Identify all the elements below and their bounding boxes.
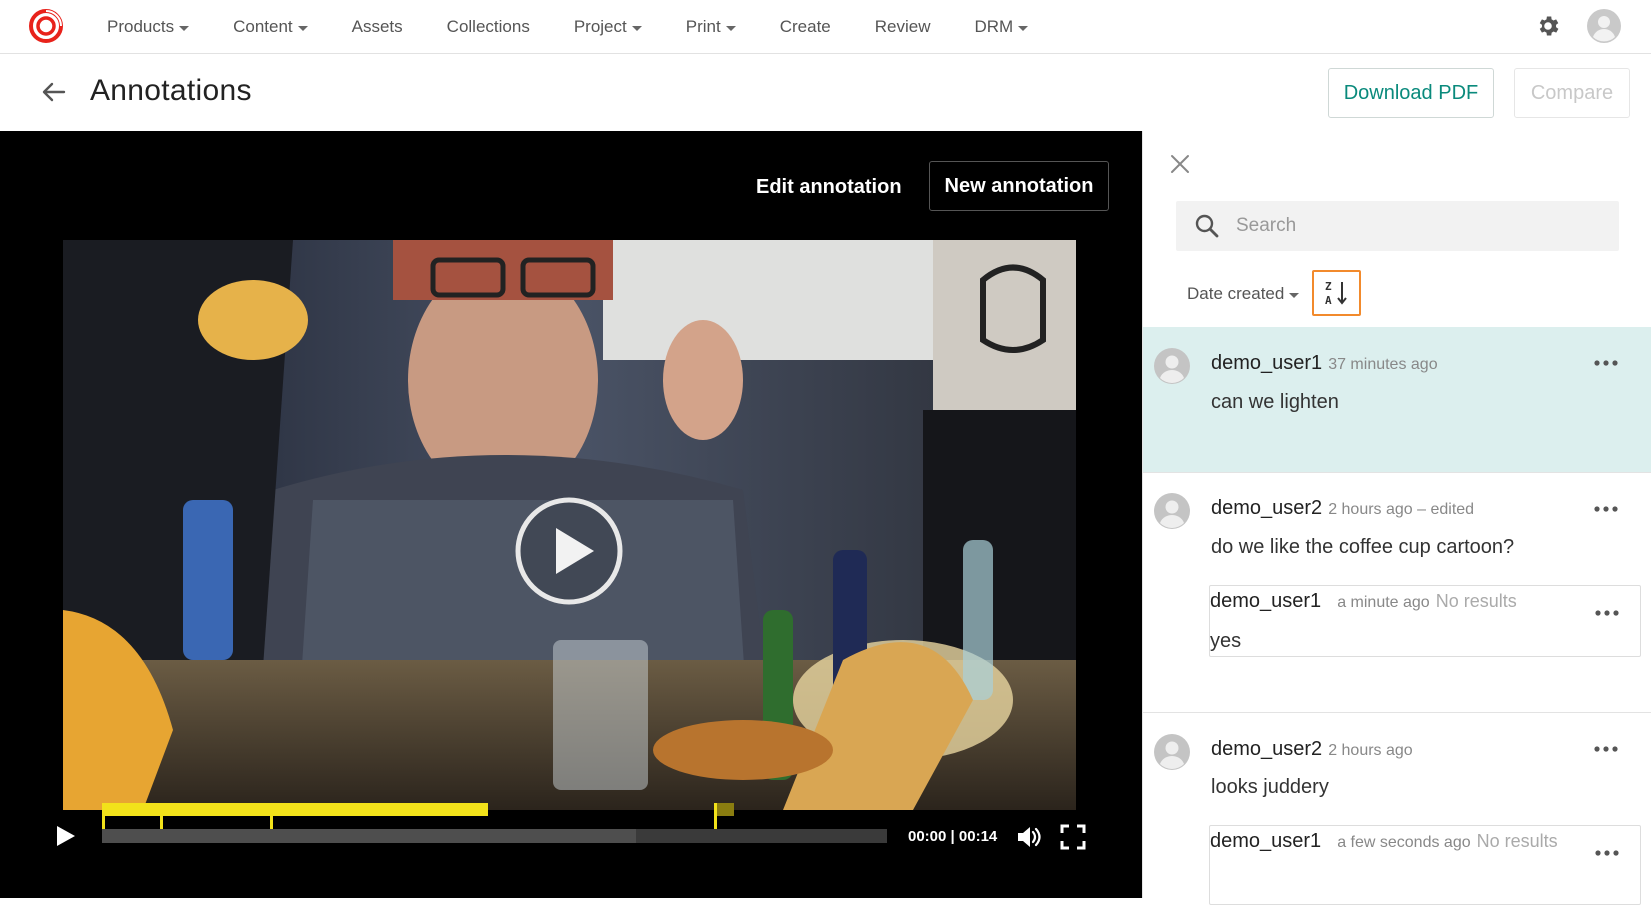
reply-timestamp: a few seconds ago	[1337, 834, 1471, 851]
reply-status: No results	[1435, 591, 1517, 611]
reply-status: No results	[1476, 831, 1558, 851]
fullscreen-icon[interactable]	[1060, 824, 1086, 850]
comment-timestamp: 2 hours ago	[1328, 742, 1413, 759]
more-options-icon[interactable]	[1594, 848, 1620, 858]
new-annotation-button[interactable]: New annotation	[929, 161, 1109, 211]
volume-icon[interactable]	[1015, 823, 1043, 851]
nav-create[interactable]: Create	[758, 17, 853, 37]
more-options-icon[interactable]	[1594, 608, 1620, 618]
comment-text: can we lighten	[1211, 391, 1339, 413]
comment-author-name: demo_user2	[1211, 497, 1323, 519]
comment-item[interactable]: demo_user1 37 minutes ago can we lighten	[1143, 327, 1651, 473]
chevron-down-icon	[297, 25, 308, 31]
comment-author-name: demo_user2	[1211, 738, 1323, 760]
reply-author: demo_user1 a few seconds ago No results	[1210, 830, 1558, 853]
brand-logo-icon[interactable]	[28, 8, 64, 44]
nav-print-label: Print	[685, 17, 721, 36]
chevron-down-icon	[725, 25, 736, 31]
svg-text:A: A	[1325, 294, 1332, 307]
search-icon	[1195, 214, 1219, 238]
reply-text: yes	[1210, 630, 1242, 652]
comment-timestamp: 37 minutes ago	[1328, 356, 1438, 373]
page-title: Annotations	[90, 74, 252, 107]
sort-field-dropdown[interactable]: Date created	[1187, 284, 1300, 304]
reply-timestamp: a minute ago	[1337, 594, 1430, 611]
reply-author: demo_user1 a minute ago No results	[1210, 590, 1517, 613]
sort-z-a-icon: Z A	[1325, 280, 1347, 307]
time-display: 00:00 | 00:14	[908, 828, 998, 845]
nav-content[interactable]: Content	[211, 17, 330, 37]
user-avatar-icon	[1154, 493, 1190, 529]
main-menu: Products Content Assets Collections Proj…	[85, 0, 1050, 54]
search-input[interactable]	[1236, 201, 1606, 251]
comment-author: demo_user1 37 minutes ago	[1211, 352, 1438, 375]
reply-item[interactable]: demo_user1 a few seconds ago No results	[1209, 825, 1641, 905]
nav-collections-label: Collections	[446, 17, 530, 36]
comment-item[interactable]: demo_user2 2 hours ago – edited do we lik…	[1143, 473, 1651, 713]
user-avatar-icon	[1154, 348, 1190, 384]
nav-products-label: Products	[107, 17, 175, 36]
nav-products[interactable]: Products	[85, 17, 211, 37]
user-avatar-icon	[1154, 734, 1190, 770]
nav-assets[interactable]: Assets	[330, 17, 425, 37]
annotation-marker[interactable]	[160, 803, 163, 829]
nav-project[interactable]: Project	[552, 17, 664, 37]
compare-button: Compare	[1514, 68, 1630, 118]
chevron-down-icon	[1289, 292, 1300, 298]
reply-item[interactable]: demo_user1 a minute ago No results yes	[1209, 585, 1641, 657]
nav-drm[interactable]: DRM	[953, 17, 1051, 37]
search-box	[1176, 201, 1619, 251]
nav-content-label: Content	[233, 17, 293, 36]
comment-author-name: demo_user1	[1211, 352, 1323, 374]
gear-icon[interactable]	[1535, 13, 1561, 39]
close-icon[interactable]	[1169, 153, 1191, 175]
annotations-panel: Date created Z A demo_user1 37 minutes ag…	[1142, 131, 1651, 905]
top-navigation: Products Content Assets Collections Proj…	[0, 0, 1651, 54]
nav-print[interactable]: Print	[664, 17, 758, 37]
comment-text: do we like the coffee cup cartoon?	[1211, 536, 1515, 558]
nav-project-label: Project	[573, 17, 627, 36]
annotation-timeline[interactable]	[102, 803, 887, 843]
chevron-down-icon	[631, 25, 642, 31]
svg-text:Z: Z	[1325, 280, 1332, 293]
comment-item[interactable]: demo_user2 2 hours ago looks juddery demo…	[1143, 713, 1651, 905]
chevron-down-icon	[1018, 25, 1029, 31]
annotation-range[interactable]	[714, 803, 734, 816]
nav-assets-label: Assets	[351, 17, 403, 36]
sort-field-label: Date created	[1187, 284, 1285, 303]
more-options-icon[interactable]	[1593, 744, 1619, 754]
nav-collections[interactable]: Collections	[425, 17, 552, 37]
sort-order-button[interactable]: Z A	[1312, 270, 1361, 316]
user-avatar-icon[interactable]	[1587, 9, 1621, 43]
reply-author-name: demo_user1	[1210, 590, 1322, 612]
download-pdf-button[interactable]: Download PDF	[1328, 68, 1494, 118]
page-header: Annotations Download PDF Compare	[0, 54, 1651, 131]
edit-annotation-button[interactable]: Edit annotation	[756, 176, 902, 199]
nav-right-tools	[1535, 9, 1621, 43]
annotation-marker[interactable]	[270, 803, 273, 829]
comment-timestamp: 2 hours ago – edited	[1328, 501, 1475, 518]
nav-create-label: Create	[779, 17, 831, 36]
comment-text: looks juddery	[1211, 776, 1329, 798]
play-overlay-icon[interactable]	[514, 496, 624, 606]
annotation-marker[interactable]	[102, 803, 105, 829]
play-icon[interactable]	[55, 824, 77, 848]
reply-author-name: demo_user1	[1210, 830, 1322, 852]
more-options-icon[interactable]	[1593, 358, 1619, 368]
comment-author: demo_user2 2 hours ago	[1211, 738, 1413, 761]
comment-author: demo_user2 2 hours ago – edited	[1211, 497, 1474, 520]
annotation-marker[interactable]	[714, 803, 717, 829]
arrow-left-icon[interactable]	[40, 78, 68, 106]
chevron-down-icon	[179, 25, 190, 31]
nav-review-label: Review	[874, 17, 931, 36]
more-options-icon[interactable]	[1593, 504, 1619, 514]
nav-review[interactable]: Review	[853, 17, 953, 37]
nav-drm-label: DRM	[974, 17, 1014, 36]
